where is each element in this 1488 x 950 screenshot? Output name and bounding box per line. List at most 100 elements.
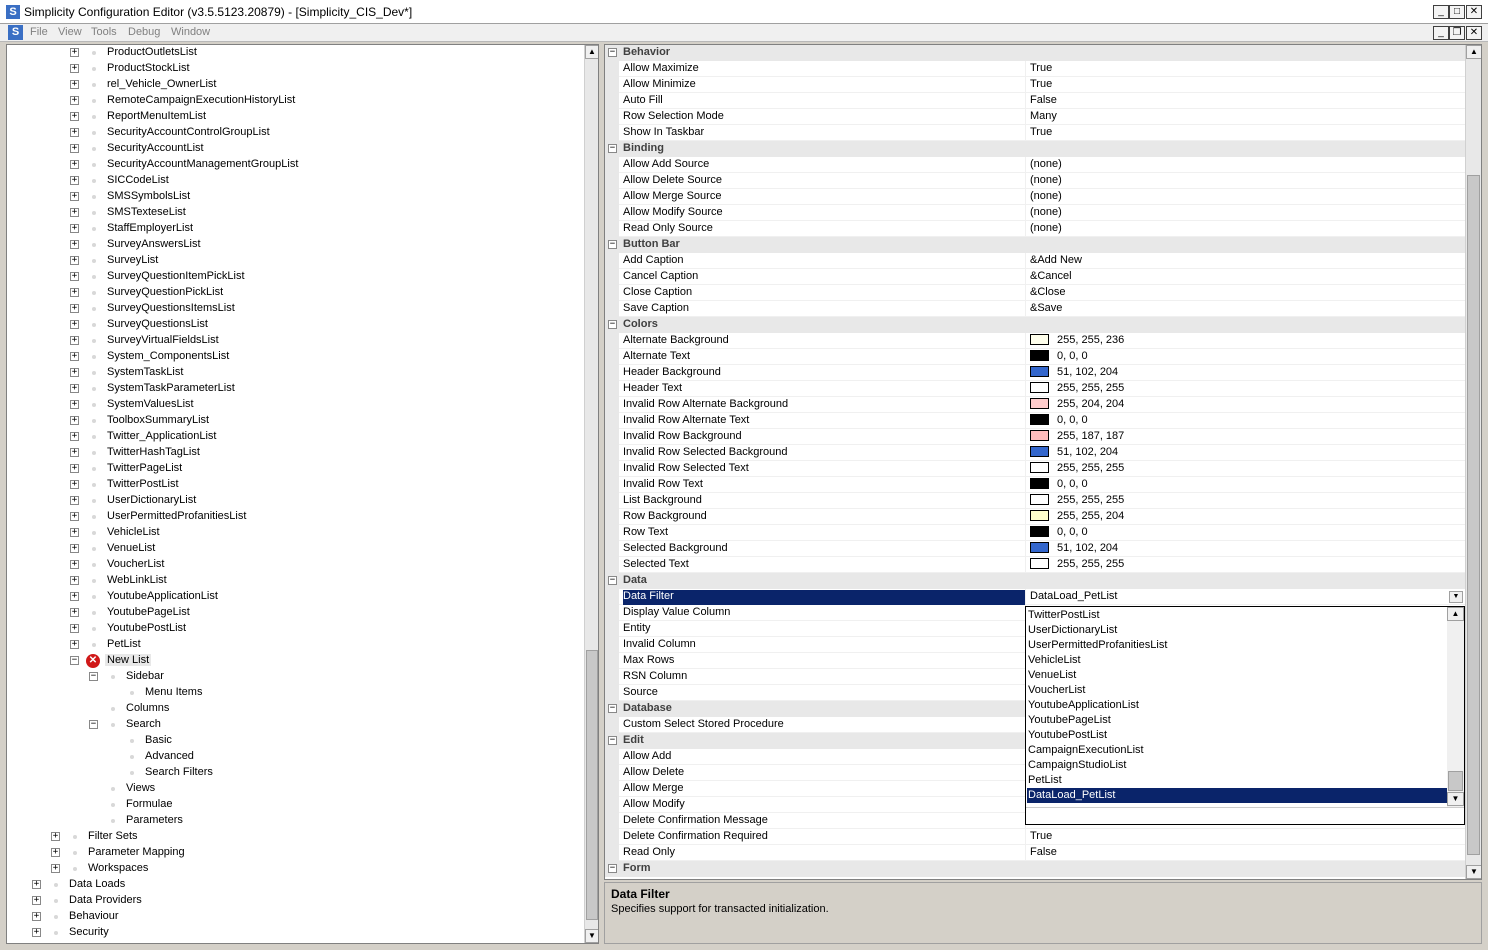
dropdown-option[interactable]: TwitterPostList xyxy=(1027,608,1448,623)
tree-scrollbar[interactable]: ▲ ▼ xyxy=(584,45,598,943)
property-row[interactable]: Delete Confirmation Required True xyxy=(605,829,1467,845)
property-row[interactable]: Allow Minimize True xyxy=(605,77,1467,93)
property-row[interactable]: Row Text 0, 0, 0 xyxy=(605,525,1467,541)
property-value[interactable]: Many xyxy=(1025,109,1467,125)
tree-node-search-filters[interactable]: Search Filters xyxy=(7,765,584,781)
tree-node-workspaces[interactable]: + Workspaces xyxy=(7,861,584,877)
expand-icon[interactable]: + xyxy=(70,448,79,457)
expand-icon[interactable]: + xyxy=(70,512,79,521)
property-row[interactable]: Selected Background 51, 102, 204 xyxy=(605,541,1467,557)
expand-icon[interactable]: + xyxy=(70,560,79,569)
property-value[interactable]: 0, 0, 0 xyxy=(1025,477,1467,493)
property-value[interactable]: 255, 255, 255 xyxy=(1025,381,1467,397)
property-value[interactable]: &Save xyxy=(1025,301,1467,317)
collapse-icon[interactable]: − xyxy=(608,704,617,713)
tree-node-parameter-mapping[interactable]: + Parameter Mapping xyxy=(7,845,584,861)
tree-node-list[interactable]: + SystemValuesList xyxy=(7,397,584,413)
expand-icon[interactable]: + xyxy=(51,832,60,841)
tree-node-advanced[interactable]: Advanced xyxy=(7,749,584,765)
maximize-icon[interactable]: □ xyxy=(1449,5,1465,19)
property-value[interactable]: True xyxy=(1025,77,1467,93)
property-row[interactable]: Read Only Source (none) xyxy=(605,221,1467,237)
expand-icon[interactable]: + xyxy=(70,416,79,425)
expand-icon[interactable]: + xyxy=(70,576,79,585)
expand-icon[interactable]: + xyxy=(70,272,79,281)
property-row[interactable]: Invalid Row Selected Text 255, 255, 255 xyxy=(605,461,1467,477)
dropdown-option[interactable]: UserPermittedProfanitiesList xyxy=(1027,638,1448,653)
tree-node-list[interactable]: + SecurityAccountControlGroupList xyxy=(7,125,584,141)
menu-tools[interactable]: Tools xyxy=(91,26,117,38)
expand-icon[interactable]: + xyxy=(70,528,79,537)
property-row[interactable]: Allow Merge Source (none) xyxy=(605,189,1467,205)
tree-node-search[interactable]: − Search xyxy=(7,717,584,733)
tree-node-list[interactable]: + ToolboxSummaryList xyxy=(7,413,584,429)
category-form[interactable]: − Form xyxy=(605,861,1467,877)
tree-node-list[interactable]: + SystemTaskParameterList xyxy=(7,381,584,397)
collapse-icon[interactable]: − xyxy=(608,320,617,329)
resize-grip-icon[interactable] xyxy=(1026,807,1464,824)
dropdown-option[interactable]: DataLoad_PetList xyxy=(1027,788,1448,803)
property-value[interactable]: &Close xyxy=(1025,285,1467,301)
expand-icon[interactable]: + xyxy=(32,880,41,889)
tree-node-list[interactable]: + VehicleList xyxy=(7,525,584,541)
collapse-icon[interactable]: − xyxy=(608,144,617,153)
property-row[interactable]: Alternate Text 0, 0, 0 xyxy=(605,349,1467,365)
scroll-up-icon[interactable]: ▲ xyxy=(1466,45,1481,59)
tree-node-list[interactable]: + SMSTexteseList xyxy=(7,205,584,221)
tree-node-list[interactable]: + UserPermittedProfanitiesList xyxy=(7,509,584,525)
scroll-thumb[interactable] xyxy=(1467,175,1480,855)
menu-view[interactable]: View xyxy=(58,26,82,38)
dropdown-option[interactable]: CampaignExecutionList xyxy=(1027,743,1448,758)
tree-node-list[interactable]: + SurveyQuestionItemPickList xyxy=(7,269,584,285)
category-binding[interactable]: − Binding xyxy=(605,141,1467,157)
tree-node-list[interactable]: + Twitter_ApplicationList xyxy=(7,429,584,445)
tree-node-list[interactable]: + SurveyList xyxy=(7,253,584,269)
tree-node-list[interactable]: + SystemTaskList xyxy=(7,365,584,381)
property-value[interactable]: 255, 187, 187 xyxy=(1025,429,1467,445)
expand-icon[interactable]: + xyxy=(70,112,79,121)
property-row[interactable]: Invalid Row Alternate Text 0, 0, 0 xyxy=(605,413,1467,429)
tree-node-data-loads[interactable]: + Data Loads xyxy=(7,877,584,893)
property-value[interactable]: (none) xyxy=(1025,205,1467,221)
expand-icon[interactable]: + xyxy=(70,464,79,473)
tree-node-list[interactable]: + TwitterHashTagList xyxy=(7,445,584,461)
expand-icon[interactable]: + xyxy=(70,624,79,633)
tree-node-list[interactable]: + TwitterPostList xyxy=(7,477,584,493)
dropdown-option[interactable]: PetList xyxy=(1027,773,1448,788)
expand-icon[interactable]: + xyxy=(70,128,79,137)
tree-node-columns[interactable]: Columns xyxy=(7,701,584,717)
dropdown-option[interactable]: YoutubePageList xyxy=(1027,713,1448,728)
tree-node-security[interactable]: + Security xyxy=(7,925,584,941)
property-value[interactable]: 51, 102, 204 xyxy=(1025,365,1467,381)
category-behavior[interactable]: − Behavior xyxy=(605,45,1467,61)
expand-icon[interactable]: + xyxy=(70,192,79,201)
property-row[interactable]: Invalid Row Background 255, 187, 187 xyxy=(605,429,1467,445)
property-row[interactable]: Row Selection Mode Many xyxy=(605,109,1467,125)
expand-icon[interactable]: + xyxy=(70,480,79,489)
expand-icon[interactable]: + xyxy=(70,352,79,361)
expand-icon[interactable]: + xyxy=(70,592,79,601)
property-row[interactable]: Cancel Caption &Cancel xyxy=(605,269,1467,285)
property-row[interactable]: Invalid Row Alternate Background 255, 204… xyxy=(605,397,1467,413)
category-colors[interactable]: − Colors xyxy=(605,317,1467,333)
expand-icon[interactable]: + xyxy=(70,384,79,393)
tree-node-behaviour[interactable]: + Behaviour xyxy=(7,909,584,925)
property-row[interactable]: Invalid Row Selected Background 51, 102, … xyxy=(605,445,1467,461)
category-data[interactable]: − Data xyxy=(605,573,1467,589)
scroll-down-icon[interactable]: ▼ xyxy=(1447,792,1464,806)
property-value[interactable]: 255, 255, 255 xyxy=(1025,493,1467,509)
tree-node-list[interactable]: + PetList xyxy=(7,637,584,653)
property-row[interactable]: Read Only False xyxy=(605,845,1467,861)
property-row[interactable]: List Background 255, 255, 255 xyxy=(605,493,1467,509)
data-filter-dropdown-list[interactable]: TwitterPostList UserDictionaryList UserPer… xyxy=(1025,606,1465,825)
expand-icon[interactable]: + xyxy=(70,368,79,377)
tree-node-list[interactable]: + VoucherList xyxy=(7,557,584,573)
property-value[interactable]: (none) xyxy=(1025,189,1467,205)
property-value[interactable]: False xyxy=(1025,93,1467,109)
tree-node-list[interactable]: + SurveyQuestionsList xyxy=(7,317,584,333)
collapse-icon[interactable]: − xyxy=(608,576,617,585)
expand-icon[interactable]: + xyxy=(70,288,79,297)
expand-icon[interactable]: + xyxy=(70,544,79,553)
mdi-minimize-icon[interactable]: _ xyxy=(1433,26,1449,40)
scroll-down-icon[interactable]: ▼ xyxy=(1466,865,1481,879)
